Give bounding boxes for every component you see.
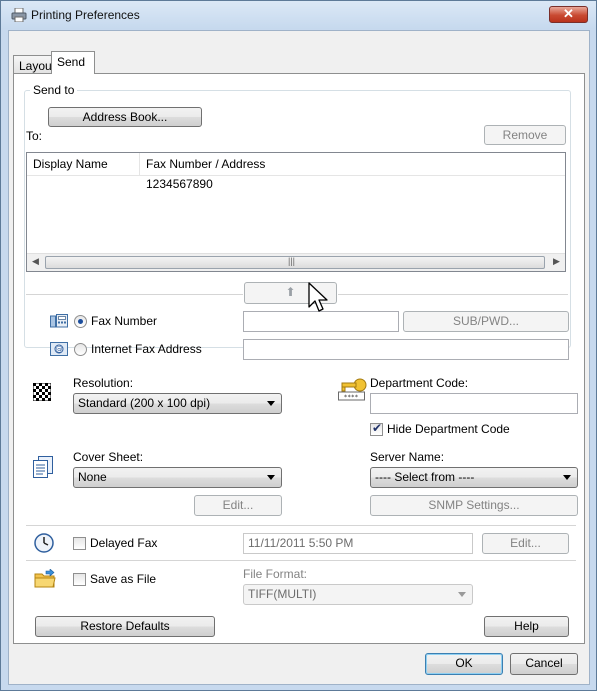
ok-button[interactable]: OK — [425, 653, 503, 675]
internet-fax-icon: @ — [50, 342, 68, 356]
divider-left — [26, 294, 243, 295]
server-name-value: ---- Select from ---- — [375, 470, 475, 484]
save-as-file-label: Save as File — [90, 572, 157, 586]
printer-icon — [11, 8, 27, 22]
department-code-input[interactable] — [370, 393, 578, 414]
scroll-thumb[interactable]: ||| — [45, 256, 545, 269]
scroll-right-icon[interactable]: ▶ — [553, 256, 560, 267]
send-to-legend: Send to — [30, 83, 78, 97]
key-icon: **** — [338, 378, 367, 401]
restore-defaults-button[interactable]: Restore Defaults — [35, 616, 215, 637]
hide-department-code-checkbox[interactable] — [370, 421, 383, 436]
sub-pwd-label: SUB/PWD... — [452, 314, 519, 328]
snmp-settings-button[interactable]: SNMP Settings... — [370, 495, 578, 516]
row-address: 1234567890 — [146, 177, 213, 191]
recipient-list[interactable]: Display Name Fax Number / Address 123456… — [26, 152, 566, 272]
resolution-label: Resolution: — [73, 376, 134, 390]
remove-label: Remove — [502, 128, 548, 142]
delayed-fax-edit-button[interactable]: Edit... — [482, 533, 569, 554]
chevron-down-icon — [563, 475, 571, 480]
internet-fax-label: Internet Fax Address — [91, 342, 202, 356]
folder-icon — [34, 569, 56, 588]
hide-department-code-label: Hide Department Code — [387, 422, 510, 436]
tab-send-label: Send — [57, 55, 86, 69]
snmp-settings-label: SNMP Settings... — [428, 498, 520, 512]
fax-number-input[interactable] — [243, 311, 399, 332]
cover-sheet-icon — [33, 456, 53, 478]
window-title: Printing Preferences — [31, 8, 140, 22]
chevron-down-icon — [267, 401, 275, 406]
fax-number-label: Fax Number — [91, 314, 158, 328]
ok-label: OK — [455, 656, 473, 670]
printing-preferences-window: Printing Preferences ✕ Layout Send Send … — [0, 0, 597, 691]
department-code-label: Department Code: — [370, 376, 469, 390]
svg-text:****: **** — [344, 394, 359, 401]
resolution-select[interactable]: Standard (200 x 100 dpi) — [73, 393, 282, 414]
internet-fax-radio[interactable] — [74, 343, 87, 356]
internet-fax-input[interactable] — [243, 339, 569, 360]
file-format-select[interactable]: TIFF(MULTI) — [243, 584, 473, 605]
file-format-value: TIFF(MULTI) — [248, 587, 317, 601]
address-book-label: Address Book... — [82, 110, 168, 124]
horizontal-scrollbar[interactable]: ◀ ||| ▶ — [27, 253, 565, 271]
cover-sheet-select[interactable]: None — [73, 467, 282, 488]
server-name-select[interactable]: ---- Select from ---- — [370, 467, 578, 488]
dialog-client: Layout Send Send to Address Book... To: … — [8, 30, 590, 685]
server-name-label: Server Name: — [370, 450, 445, 464]
send-tab-panel: Send to Address Book... To: Remove Displ… — [13, 73, 585, 644]
resolution-icon — [33, 383, 51, 401]
scroll-left-icon[interactable]: ◀ — [32, 256, 39, 267]
help-label: Help — [514, 619, 539, 633]
close-button[interactable]: ✕ — [549, 6, 588, 23]
tab-layout-label: Layout — [19, 59, 56, 73]
delayed-fax-checkbox[interactable] — [73, 537, 86, 550]
fax-number-radio[interactable] — [74, 315, 87, 328]
divider-delayed — [26, 525, 576, 526]
cover-sheet-value: None — [78, 470, 107, 484]
mouse-cursor-icon — [308, 282, 328, 312]
remove-button[interactable]: Remove — [484, 125, 566, 145]
cover-sheet-label: Cover Sheet: — [73, 450, 144, 464]
address-book-button[interactable]: Address Book... — [48, 107, 202, 127]
delayed-fax-label: Delayed Fax — [90, 536, 158, 550]
cover-sheet-edit-button[interactable]: Edit... — [194, 495, 282, 516]
sub-pwd-button[interactable]: SUB/PWD... — [403, 311, 569, 332]
divider-right — [338, 294, 568, 295]
file-format-label: File Format: — [243, 567, 308, 581]
chevron-down-icon — [458, 592, 466, 597]
clock-icon — [34, 533, 54, 553]
restore-defaults-label: Restore Defaults — [80, 619, 170, 633]
cancel-label: Cancel — [525, 656, 563, 670]
save-as-file-checkbox[interactable] — [73, 573, 86, 586]
tab-send[interactable]: Send — [51, 51, 95, 74]
column-fax-address[interactable]: Fax Number / Address — [140, 153, 565, 175]
column-display-name[interactable]: Display Name — [27, 153, 140, 175]
close-icon: ✕ — [563, 6, 574, 21]
delayed-fax-time-input[interactable]: 11/11/2011 5:50 PM — [243, 533, 473, 554]
svg-text:@: @ — [56, 346, 63, 354]
cover-sheet-edit-label: Edit... — [222, 498, 254, 512]
to-label: To: — [26, 129, 43, 143]
fax-icon — [50, 314, 68, 328]
title-bar[interactable]: Printing Preferences ✕ — [1, 1, 596, 29]
divider-save — [26, 560, 576, 561]
resolution-value: Standard (200 x 100 dpi) — [78, 396, 211, 410]
list-header: Display Name Fax Number / Address — [27, 153, 565, 176]
table-row[interactable]: 1234567890 — [27, 175, 565, 193]
up-arrow-icon: ⬆ — [285, 285, 296, 299]
help-button[interactable]: Help — [484, 616, 569, 637]
grip-icon: ||| — [288, 256, 296, 266]
delayed-fax-edit-label: Edit... — [510, 536, 541, 550]
cancel-button[interactable]: Cancel — [510, 653, 578, 675]
chevron-down-icon — [267, 475, 275, 480]
